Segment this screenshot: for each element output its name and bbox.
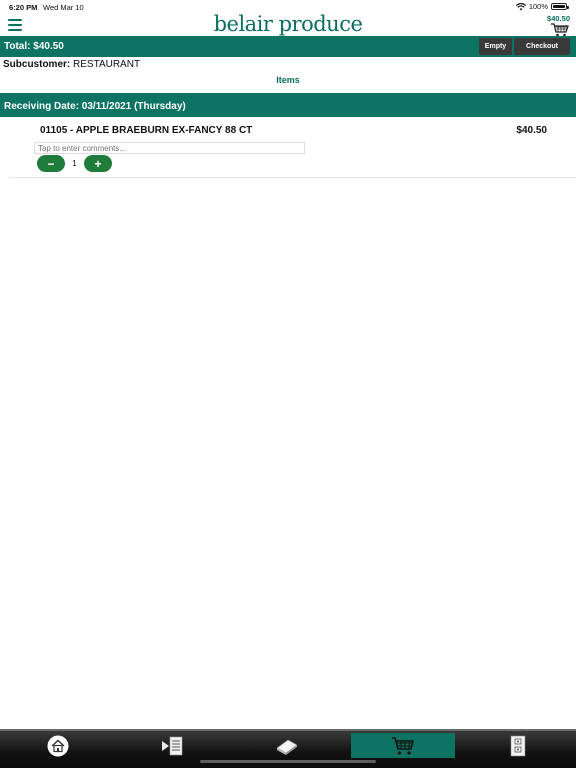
home-indicator[interactable] — [200, 760, 376, 763]
app-header: belair produce $40.50 — [0, 12, 576, 37]
tab-more[interactable] — [466, 733, 570, 758]
quantity-value[interactable]: 1 — [65, 159, 84, 168]
status-time: 6:20 PM — [9, 3, 38, 12]
item-price: $40.50 — [516, 125, 547, 136]
header-cart-total[interactable]: $40.50 — [547, 14, 570, 23]
tab-home[interactable] — [6, 733, 110, 758]
tab-orders[interactable] — [121, 733, 225, 758]
order-list-icon — [162, 736, 183, 755]
home-icon — [47, 735, 69, 756]
catalog-book-icon — [276, 739, 298, 755]
cart-icon — [392, 736, 415, 755]
battery-icon — [551, 3, 569, 10]
settings-panel-icon — [510, 735, 526, 756]
status-date: Wed Mar 10 — [43, 3, 84, 12]
empty-cart-button[interactable]: Empty — [479, 38, 512, 55]
wifi-icon — [515, 2, 526, 10]
subcustomer-row: Subcustomer: RESTAURANT — [3, 59, 140, 70]
tab-cart[interactable] — [351, 733, 455, 758]
receiving-date-bar: Receiving Date: 03/11/2021 (Thursday) — [0, 93, 576, 117]
battery-percent: 100% — [528, 2, 548, 11]
items-tab[interactable]: Items — [0, 75, 576, 85]
quantity-stepper: − 1 + — [37, 155, 112, 172]
item-title: 01105 - APPLE BRAEBURN EX-FANCY 88 CT — [40, 125, 253, 136]
item-divider — [9, 177, 576, 178]
subcustomer-value: RESTAURANT — [73, 59, 141, 70]
cart-icon[interactable] — [551, 23, 569, 37]
increase-quantity-button[interactable]: + — [84, 155, 112, 172]
order-total: Total: $40.50 — [4, 41, 64, 52]
checkout-button[interactable]: Checkout — [514, 38, 570, 55]
receiving-date: Receiving Date: 03/11/2021 (Thursday) — [4, 101, 186, 112]
subcustomer-label: Subcustomer: — [3, 59, 71, 70]
item-comment-input[interactable] — [34, 142, 305, 154]
decrease-quantity-button[interactable]: − — [37, 155, 65, 172]
tab-catalog[interactable] — [235, 733, 339, 758]
total-bar: Total: $40.50 Empty Checkout — [0, 36, 576, 57]
status-right: 100% — [515, 2, 569, 11]
brand-logo: belair produce — [213, 12, 363, 36]
